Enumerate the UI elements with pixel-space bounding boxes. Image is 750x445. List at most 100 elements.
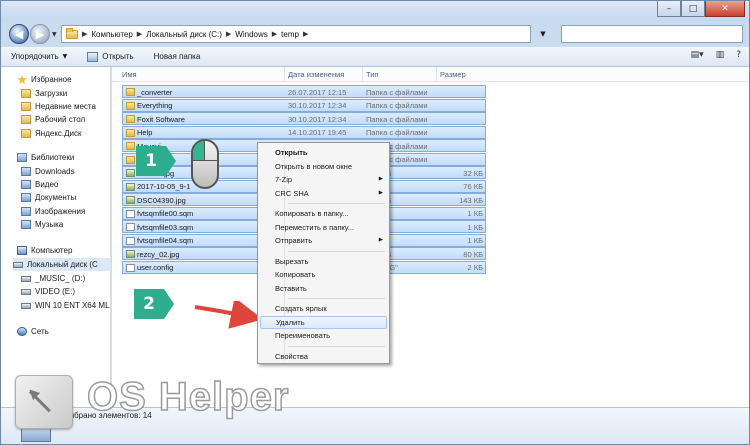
search-input[interactable] <box>561 25 743 43</box>
menu-item-label: Вырезать <box>275 256 309 266</box>
explorer-window: – □ ✕ ◀ ▶ ▼ ▶ Компьютер ▶ Локальный диск… <box>0 0 750 445</box>
nav-item[interactable]: Яндекс.Диск <box>21 127 82 140</box>
breadcrumb-temp[interactable]: temp <box>281 30 299 39</box>
nav-item-label: Видео <box>35 180 59 189</box>
file-size: 80 КБ <box>463 249 483 259</box>
menu-item[interactable]: Вырезать <box>260 255 387 268</box>
drive-icon <box>21 288 31 295</box>
menu-item[interactable]: CRC SHA ▶ <box>260 187 387 200</box>
column-divider[interactable] <box>436 67 437 82</box>
preview-pane-icon[interactable]: ▥ <box>716 50 725 60</box>
menu-item-label: Копировать в папку... <box>275 209 349 218</box>
menu-item-label: Вставить <box>275 283 307 293</box>
open-label: Открыть <box>102 52 134 61</box>
chevron-right-icon[interactable]: ▶ <box>272 30 277 38</box>
nav-item[interactable]: VIDEO (E:) <box>21 285 75 298</box>
nav-item[interactable]: Музыка <box>21 218 63 231</box>
table-row[interactable]: _converter 26.07.2017 12:15 Папка с файлам… <box>122 85 486 98</box>
forward-button[interactable]: ▶ <box>30 24 50 44</box>
column-type[interactable]: Тип <box>366 70 379 79</box>
menu-item-label: 7-Zip <box>275 175 293 184</box>
address-box[interactable]: ▶ Компьютер ▶ Локальный диск (C:) ▶ Wind… <box>61 25 531 43</box>
chevron-right-icon[interactable]: ▶ <box>303 30 308 38</box>
nav-item[interactable]: Изображения <box>21 205 85 218</box>
column-name[interactable]: Имя <box>122 70 137 79</box>
help-icon[interactable]: ? <box>736 50 741 60</box>
menu-item[interactable]: Открыть в новом окне <box>260 160 387 173</box>
nav-item[interactable]: Видео <box>21 178 58 191</box>
nav-item-label: Документы <box>35 193 77 202</box>
nav-item[interactable]: Недавние места <box>21 100 96 113</box>
library-icon <box>21 220 31 229</box>
file-size: 1 КБ <box>467 209 483 218</box>
file-date: 30.10.2017 12:34 <box>288 114 347 124</box>
menu-item[interactable]: Вставить <box>260 282 387 295</box>
view-options-icon[interactable]: ▤▾ <box>691 50 704 60</box>
menu-item[interactable]: Копировать <box>260 268 387 281</box>
breadcrumb: ▶ Компьютер ▶ Локальный диск (C:) ▶ Wind… <box>78 30 312 39</box>
back-button[interactable]: ◀ <box>9 24 29 44</box>
nav-item[interactable]: Документы <box>21 191 76 204</box>
menu-item[interactable]: Переместить в папку... <box>260 221 387 234</box>
chevron-right-icon[interactable]: ▶ <box>82 30 87 38</box>
nav-item[interactable]: _MUSIC_ (D:) <box>21 272 85 285</box>
table-row[interactable]: Help 14.10.2017 19:45 Папка с файлами <box>122 125 486 139</box>
menu-item-label: Открыть в новом окне <box>275 161 352 171</box>
file-size: 76 КБ <box>463 182 483 191</box>
column-size[interactable]: Размер <box>440 70 466 79</box>
nav-item[interactable]: WIN 10 ENT X64 ML <box>21 299 110 312</box>
organize-button[interactable]: Упорядочить ▼ <box>1 48 77 66</box>
menu-item[interactable]: Свойства <box>260 350 387 363</box>
file-list: Имя Дата изменения Тип Размер _converter… <box>112 67 749 407</box>
address-dropdown-icon[interactable]: ▼ <box>531 25 555 43</box>
watermark-text: OS Helper <box>86 374 290 420</box>
chevron-right-icon[interactable]: ▶ <box>226 30 231 38</box>
breadcrumb-windows[interactable]: Windows <box>235 30 267 39</box>
nav-item-label: Музыка <box>35 220 64 229</box>
breadcrumb-computer[interactable]: Компьютер <box>91 30 132 39</box>
file-type: Папка с файлами <box>366 128 428 137</box>
nav-item[interactable]: Избранное <box>17 73 72 86</box>
menu-item[interactable]: Переименовать <box>260 329 387 342</box>
menu-item[interactable]: Копировать в папку... <box>260 207 387 220</box>
nav-item-label: Downloads <box>35 167 75 176</box>
mouse-illustration-icon <box>191 139 219 189</box>
column-date[interactable]: Дата изменения <box>288 70 344 79</box>
minimize-button[interactable]: – <box>657 1 681 17</box>
menu-item[interactable]: Открыть <box>260 146 387 159</box>
new-folder-button[interactable]: Новая папка <box>144 48 211 66</box>
recent-pages-dropdown-icon[interactable]: ▼ <box>52 31 57 38</box>
nav-item[interactable]: Компьютер <box>17 244 72 257</box>
folder-icon <box>126 88 135 96</box>
nav-item[interactable]: Рабочий стол <box>21 113 85 126</box>
breadcrumb-local-disk[interactable]: Локальный диск (C:) <box>146 30 222 39</box>
red-arrow-icon <box>194 301 263 329</box>
nav-item[interactable]: Загрузки <box>21 87 67 100</box>
file-name: Foxit Software <box>137 114 185 124</box>
open-button[interactable]: Открыть <box>77 48 143 66</box>
chevron-right-icon[interactable]: ▶ <box>137 30 142 38</box>
menu-item[interactable]: Отправить ▶ <box>260 234 387 247</box>
nav-item[interactable]: Библиотеки <box>17 151 74 164</box>
table-row[interactable]: Everything 30.10.2017 12:34 Папка с файлам… <box>122 98 486 112</box>
organize-label: Упорядочить <box>11 52 59 61</box>
column-divider[interactable] <box>362 67 363 82</box>
menu-item-label: Отправить <box>275 236 313 245</box>
column-divider[interactable] <box>284 67 285 82</box>
nav-item[interactable]: Сеть <box>17 325 49 338</box>
menu-item[interactable]: Создать ярлык <box>260 302 387 315</box>
maximize-button[interactable]: □ <box>681 1 705 17</box>
nav-item-label: Загрузки <box>35 89 68 98</box>
nav-item-label: Изображения <box>35 207 86 216</box>
menu-item[interactable]: Удалить <box>260 315 387 329</box>
nav-item[interactable]: Локальный диск (C <box>13 258 111 271</box>
close-button[interactable]: ✕ <box>705 1 745 17</box>
chevron-down-icon: ▼ <box>62 53 68 60</box>
column-headers: Имя Дата изменения Тип Размер <box>112 67 749 82</box>
folder-icon <box>126 101 135 110</box>
nav-item[interactable]: Downloads <box>21 165 75 178</box>
menu-item[interactable]: 7-Zip ▶ <box>260 173 387 186</box>
file-icon <box>126 236 135 245</box>
file-type: Папка с файлами <box>366 114 428 124</box>
table-row[interactable]: Foxit Software 30.10.2017 12:34 Папка с фа… <box>122 112 486 125</box>
